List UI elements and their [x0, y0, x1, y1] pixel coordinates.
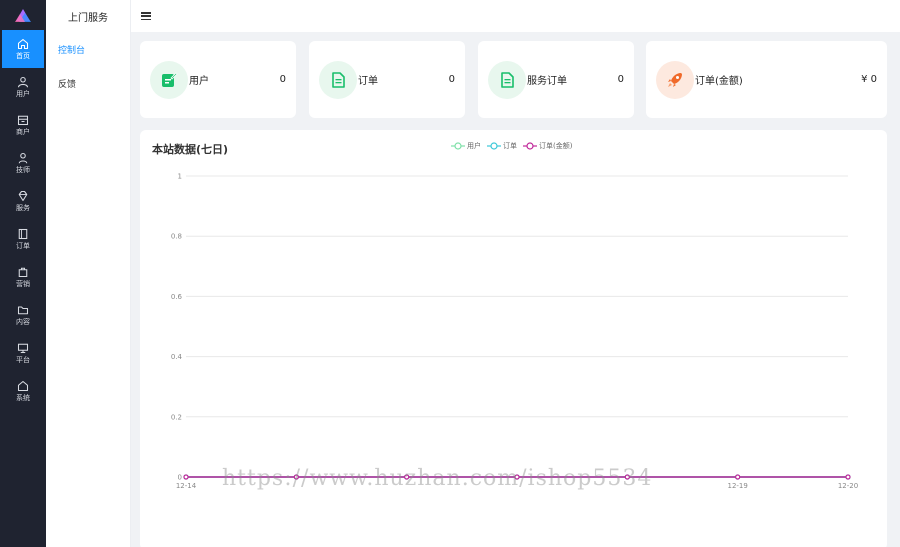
logo-icon: [15, 8, 31, 22]
stat-value: ¥ 0: [861, 74, 877, 85]
sidebar-item-system[interactable]: 系统: [2, 372, 44, 410]
folder-icon: [17, 305, 29, 314]
technician-icon: [18, 152, 28, 163]
sidebar-item-label: 技师: [16, 165, 30, 174]
main-sidebar: 首页用户商户技师服务订单营销内容平台系统: [0, 0, 46, 547]
submenu-item-label: 控制台: [58, 45, 86, 56]
diamond-icon: [18, 190, 28, 201]
data-point[interactable]: [735, 474, 741, 480]
rocket-icon: [656, 60, 694, 99]
x-tick-label: 12-20: [838, 482, 858, 490]
document-icon: [319, 60, 357, 99]
sidebar-item-merchants[interactable]: 商户: [2, 106, 44, 144]
menu-toggle-icon[interactable]: [141, 12, 151, 20]
document-icon: [488, 60, 526, 99]
sidebar-item-content[interactable]: 内容: [2, 296, 44, 334]
y-tick-label: 0.8: [171, 233, 182, 241]
sidebar-item-label: 首页: [16, 51, 30, 60]
submenu-title: 上门服务: [68, 12, 108, 24]
sidebar-item-label: 商户: [16, 127, 30, 136]
stat-card-orders[interactable]: 订单 0: [309, 41, 465, 118]
stat-label: 用户: [189, 76, 209, 87]
sidebar-item-label: 用户: [16, 89, 30, 98]
y-tick-label: 0.6: [171, 293, 183, 301]
monitor-icon: [17, 343, 29, 353]
sidebar-item-home[interactable]: 首页: [2, 30, 44, 68]
home-icon: [17, 38, 29, 49]
stat-card-users[interactable]: 用户 0: [140, 41, 296, 118]
watermark-text: https://www.huzhan.com/ishop5534: [222, 466, 653, 491]
submenu-item-feedback[interactable]: 反馈: [46, 66, 130, 100]
secondary-menu: 上门服务 控制台 反馈: [46, 0, 131, 547]
edit-icon: [150, 60, 188, 99]
data-point[interactable]: [845, 474, 851, 480]
y-tick-label: 0: [178, 474, 182, 482]
top-bar: [131, 0, 900, 32]
stat-value: 0: [448, 74, 455, 85]
shop-icon: [17, 115, 29, 125]
sidebar-item-platform[interactable]: 平台: [2, 334, 44, 372]
stat-label: 服务订单: [527, 76, 567, 87]
x-tick-label: 12-19: [727, 482, 747, 490]
y-tick-label: 0.2: [171, 413, 182, 421]
sidebar-item-technicians[interactable]: 技师: [2, 144, 44, 182]
sidebar-item-marketing[interactable]: 营销: [2, 258, 44, 296]
sidebar-item-services[interactable]: 服务: [2, 182, 44, 220]
submenu-item-console[interactable]: 控制台: [46, 32, 130, 66]
app-logo[interactable]: [0, 0, 46, 30]
system-home-icon: [17, 380, 29, 391]
sidebar-item-users[interactable]: 用户: [2, 68, 44, 106]
order-icon: [18, 228, 28, 239]
x-tick-label: 12-14: [176, 482, 197, 490]
y-tick-label: 1: [178, 173, 182, 181]
marketing-bag-icon: [18, 267, 28, 277]
data-point[interactable]: [183, 474, 189, 480]
sidebar-item-orders[interactable]: 订单: [2, 220, 44, 258]
y-tick-label: 0.4: [171, 353, 183, 361]
sidebar-item-label: 系统: [16, 393, 30, 402]
stat-card-order-amount[interactable]: 订单(金额) ¥ 0: [646, 41, 887, 118]
sidebar-item-label: 内容: [16, 317, 30, 326]
user-icon: [17, 76, 29, 87]
stat-card-service-orders[interactable]: 服务订单 0: [478, 41, 634, 118]
submenu-item-label: 反馈: [58, 79, 77, 90]
sidebar-item-label: 服务: [16, 203, 30, 212]
sidebar-item-label: 订单: [16, 241, 30, 250]
stat-label: 订单(金额): [695, 76, 743, 87]
stat-value: 0: [279, 74, 286, 85]
stat-label: 订单: [358, 76, 378, 87]
sidebar-item-label: 营销: [16, 279, 30, 288]
stat-value: 0: [617, 74, 624, 85]
sidebar-item-label: 平台: [16, 355, 30, 364]
